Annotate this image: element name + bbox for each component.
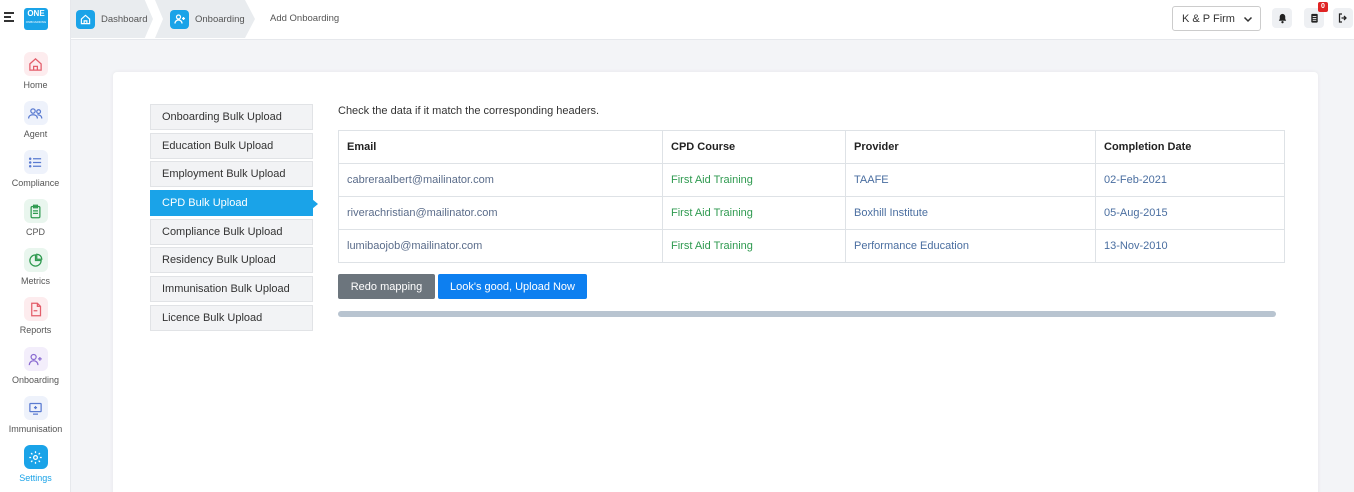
sidebar-item-label: Agent: [23, 129, 48, 139]
tab-onboarding-bulk-upload[interactable]: Onboarding Bulk Upload: [150, 104, 313, 130]
tab-cpd-bulk-upload[interactable]: CPD Bulk Upload: [150, 190, 318, 217]
logout-icon[interactable]: [1333, 8, 1353, 28]
tab-immunisation-bulk-upload[interactable]: Immunisation Bulk Upload: [150, 276, 313, 303]
cell-cpd-course: First Aid Training: [662, 163, 846, 197]
bell-icon[interactable]: [1272, 8, 1292, 28]
cell-email: cabreraalbert@mailinator.com: [338, 163, 663, 197]
home-icon: [23, 52, 48, 76]
upload-tabs: Onboarding Bulk Upload Education Bulk Upl…: [150, 104, 318, 334]
instruction-text: Check the data if it match the correspon…: [338, 105, 600, 117]
list-icon: [23, 150, 48, 174]
tab-licence-bulk-upload[interactable]: Licence Bulk Upload: [150, 304, 313, 331]
cell-provider: TAAFE: [845, 163, 1096, 197]
sidebar-item-label: Metrics: [21, 276, 50, 286]
redo-mapping-button[interactable]: Redo mapping: [338, 274, 435, 299]
cell-provider: Boxhill Institute: [845, 196, 1096, 230]
breadcrumb-onboarding[interactable]: Onboarding: [155, 0, 255, 38]
sidebar-item-agent[interactable]: Agent: [0, 101, 71, 139]
cell-completion-date: 02-Feb-2021: [1095, 163, 1285, 197]
sidebar-item-label: Compliance: [11, 178, 60, 188]
cell-cpd-course: First Aid Training: [662, 196, 846, 230]
cell-provider: Performance Education: [845, 229, 1096, 263]
upload-now-button[interactable]: Look's good, Upload Now: [438, 274, 587, 299]
sidebar-item-onboarding[interactable]: Onboarding: [0, 347, 71, 385]
tab-residency-bulk-upload[interactable]: Residency Bulk Upload: [150, 247, 313, 274]
column-header-email: Email: [338, 130, 663, 164]
breadcrumb-dashboard[interactable]: Dashboard: [71, 0, 153, 38]
tab-compliance-bulk-upload[interactable]: Compliance Bulk Upload: [150, 218, 313, 245]
sidebar-item-label: Reports: [19, 325, 52, 335]
clipboard-icon: [23, 199, 48, 223]
cell-email: riverachristian@mailinator.com: [338, 196, 663, 230]
sidebar-item-home[interactable]: Home: [0, 52, 71, 90]
sidebar-item-label: Onboarding: [11, 375, 60, 385]
table-header-row: Email CPD Course Provider Completion Dat…: [338, 130, 1285, 164]
home-icon: [76, 9, 95, 29]
column-header-completion-date: Completion Date: [1095, 130, 1285, 164]
sidebar-item-reports[interactable]: Reports: [0, 297, 71, 335]
menu-toggle-icon[interactable]: [4, 12, 14, 24]
chevron-down-icon: [1242, 13, 1254, 28]
upload-progress-bar: [338, 311, 1276, 317]
sidebar: ONE ONBOARDING Home Agent Compliance CPD Met…: [0, 0, 71, 492]
task-list-icon[interactable]: 0: [1304, 2, 1328, 28]
main-card: Onboarding Bulk Upload Education Bulk Upl…: [113, 72, 1318, 492]
sidebar-item-label: Home: [23, 80, 48, 90]
column-header-cpd-course: CPD Course: [662, 130, 846, 164]
file-icon: [23, 297, 48, 321]
preview-table: Email CPD Course Provider Completion Dat…: [338, 130, 1285, 263]
user-plus-icon: [23, 347, 48, 371]
top-bar: Dashboard Onboarding Add Onboarding K & …: [71, 0, 1354, 40]
cell-completion-date: 13-Nov-2010: [1095, 229, 1285, 263]
user-plus-icon: [170, 9, 189, 29]
notification-badge: 0: [1318, 2, 1328, 12]
table-row: lumibaojob@mailinator.com First Aid Trai…: [338, 229, 1285, 263]
gear-icon: [23, 445, 48, 469]
sidebar-item-immunisation[interactable]: Immunisation: [0, 396, 71, 434]
firm-select[interactable]: K & P Firm: [1172, 6, 1261, 31]
monitor-plus-icon: [23, 396, 48, 420]
sidebar-item-compliance[interactable]: Compliance: [0, 150, 71, 188]
sidebar-item-label: Immunisation: [8, 424, 63, 434]
sidebar-item-metrics[interactable]: Metrics: [0, 248, 71, 286]
users-icon: [23, 101, 48, 125]
tab-employment-bulk-upload[interactable]: Employment Bulk Upload: [150, 161, 313, 188]
column-header-provider: Provider: [845, 130, 1096, 164]
sidebar-item-label: CPD: [25, 227, 45, 237]
breadcrumb-current: Add Onboarding: [270, 13, 340, 24]
cell-completion-date: 05-Aug-2015: [1095, 196, 1285, 230]
sidebar-item-label: Settings: [19, 473, 52, 483]
sidebar-item-cpd[interactable]: CPD: [0, 199, 71, 237]
cell-cpd-course: First Aid Training: [662, 229, 846, 263]
table-row: cabreraalbert@mailinator.com First Aid T…: [338, 163, 1285, 197]
cell-email: lumibaojob@mailinator.com: [338, 229, 663, 263]
sidebar-item-settings[interactable]: Settings: [0, 445, 71, 483]
logo: ONE ONBOARDING: [24, 8, 48, 30]
table-row: riverachristian@mailinator.com First Aid…: [338, 196, 1285, 230]
tab-education-bulk-upload[interactable]: Education Bulk Upload: [150, 132, 313, 159]
pie-chart-icon: [23, 248, 48, 272]
